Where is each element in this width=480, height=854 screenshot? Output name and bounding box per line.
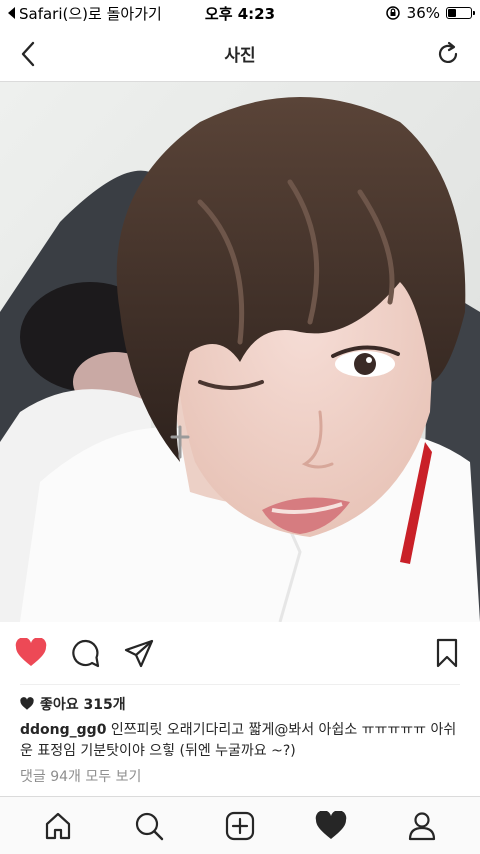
comment-button[interactable] <box>68 636 102 670</box>
tab-activity[interactable] <box>309 804 353 848</box>
small-heart-icon <box>20 697 34 710</box>
battery-icon <box>446 7 475 19</box>
selfie-photo <box>0 82 480 622</box>
back-triangle-icon <box>8 7 15 19</box>
tab-profile[interactable] <box>400 804 444 848</box>
post-photo[interactable] <box>0 82 480 622</box>
refresh-button[interactable] <box>432 38 464 70</box>
post-caption: ddong_gg0 인쯔피릿 오래기다리고 짧게@봐서 아쉽소 ㅠㅠㅠㅠㅠ 아쉬… <box>20 720 460 762</box>
profile-icon <box>409 811 436 840</box>
back-app-label: Safari(으)로 돌아가기 <box>19 4 162 23</box>
orientation-lock-icon <box>385 6 400 20</box>
status-bar: Safari(으)로 돌아가기 오후 4:23 36% <box>0 0 480 26</box>
back-button[interactable] <box>12 38 44 70</box>
search-icon <box>135 812 163 840</box>
back-to-safari[interactable]: Safari(으)로 돌아가기 <box>8 3 162 24</box>
post-actions <box>0 622 480 684</box>
tab-add[interactable] <box>218 804 262 848</box>
activity-icon <box>315 810 347 839</box>
likes-count[interactable]: 좋아요 315개 <box>20 694 126 714</box>
home-icon <box>45 812 70 839</box>
view-all-comments-link[interactable]: 댓글 94개 모두 보기 <box>20 766 141 786</box>
bookmark-icon <box>436 638 458 668</box>
share-icon <box>124 639 154 668</box>
save-button[interactable] <box>430 636 464 670</box>
share-button[interactable] <box>122 636 156 670</box>
battery-percent: 36% <box>406 4 440 22</box>
divider <box>20 684 460 685</box>
refresh-icon <box>438 41 458 63</box>
tab-search[interactable] <box>127 804 171 848</box>
tab-home[interactable] <box>36 804 80 848</box>
like-button[interactable] <box>14 636 48 670</box>
tab-bar <box>0 796 480 854</box>
chevron-left-icon <box>21 41 35 67</box>
heart-icon <box>15 638 47 666</box>
page-title: 사진 <box>224 46 256 66</box>
likes-label: 좋아요 315개 <box>40 697 126 713</box>
nav-bar: 사진 <box>0 26 480 82</box>
battery-fill <box>448 9 456 17</box>
comment-icon <box>72 639 100 668</box>
caption-username[interactable]: ddong_gg0 <box>20 722 106 738</box>
status-right: 36% <box>385 4 475 22</box>
add-icon <box>225 811 255 840</box>
